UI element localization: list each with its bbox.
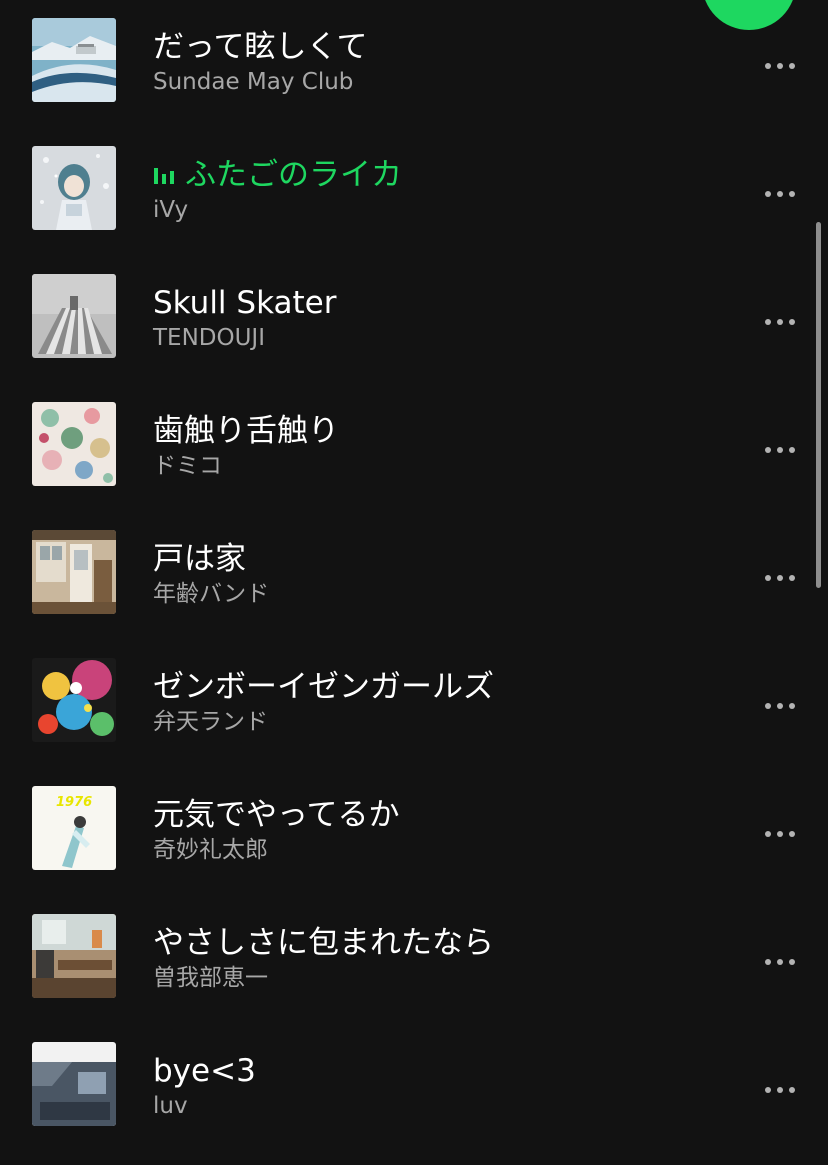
equalizer-bars-icon [154, 167, 174, 184]
track-title-playing: ふたごのライカ [153, 157, 402, 193]
track-row[interactable]: bye<3 luv [0, 1042, 828, 1165]
track-title: bye<3 [153, 1053, 256, 1089]
album-cover [32, 1042, 116, 1126]
track-artist: luv [153, 1093, 188, 1119]
track-row[interactable]: ゼンボーイゼンガールズ 弁天ランド [0, 658, 828, 786]
track-row[interactable]: ふたごのライカ iVy [0, 146, 828, 274]
track-title: ゼンボーイゼンガールズ [153, 669, 494, 705]
more-dots-icon[interactable] [762, 442, 798, 458]
track-title: ふたごのライカ [185, 157, 402, 193]
more-dots-icon[interactable] [762, 1082, 798, 1098]
track-artist: 弁天ランド [153, 709, 268, 735]
track-list-screen: だって眩しくて Sundae May Club ふたごのライカ iVy Skul… [0, 0, 828, 1165]
track-title: やさしさに包まれたなら [153, 925, 494, 961]
track-artist: 年齢バンド [153, 581, 270, 607]
album-cover: 1976 [32, 786, 116, 870]
track-artist: 曽我部恵一 [153, 965, 268, 991]
track-list: だって眩しくて Sundae May Club ふたごのライカ iVy Skul… [0, 18, 828, 1165]
track-title: 戸は家 [153, 541, 246, 577]
track-row[interactable]: 歯触り舌触り ドミコ [0, 402, 828, 530]
more-dots-icon[interactable] [762, 58, 798, 74]
track-artist: 奇妙礼太郎 [153, 837, 268, 863]
track-artist: iVy [153, 197, 189, 223]
track-artist: Sundae May Club [153, 69, 354, 95]
album-cover-text: 1976 [56, 795, 92, 810]
album-cover [32, 658, 116, 742]
album-cover [32, 402, 116, 486]
track-row[interactable]: Skull Skater TENDOUJI [0, 274, 828, 402]
album-cover [32, 530, 116, 614]
track-title: 歯触り舌触り [153, 413, 339, 449]
track-title: だって眩しくて [153, 29, 368, 65]
track-artist: ドミコ [153, 453, 222, 479]
more-dots-icon[interactable] [762, 570, 798, 586]
album-cover [32, 274, 116, 358]
more-dots-icon[interactable] [762, 826, 798, 842]
track-row[interactable]: やさしさに包まれたなら 曽我部恵一 [0, 914, 828, 1042]
more-dots-icon[interactable] [762, 186, 798, 202]
album-cover [32, 18, 116, 102]
track-artist: TENDOUJI [153, 325, 266, 351]
track-title: Skull Skater [153, 285, 337, 321]
track-row[interactable]: 1976 元気でやってるか 奇妙礼太郎 [0, 786, 828, 914]
track-row[interactable]: 戸は家 年齢バンド [0, 530, 828, 658]
album-cover [32, 914, 116, 998]
more-dots-icon[interactable] [762, 314, 798, 330]
track-row[interactable]: だって眩しくて Sundae May Club [0, 18, 828, 146]
track-title: 元気でやってるか [153, 797, 400, 833]
album-cover [32, 146, 116, 230]
more-dots-icon[interactable] [762, 954, 798, 970]
more-dots-icon[interactable] [762, 698, 798, 714]
